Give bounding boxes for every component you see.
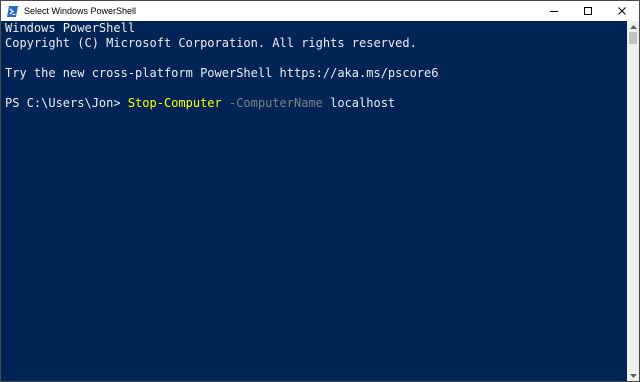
- powershell-icon: [7, 5, 18, 17]
- pscore-hint-line: Try the new cross-platform PowerShell ht…: [5, 66, 439, 80]
- prompt: PS C:\Users\Jon>: [5, 96, 128, 110]
- powershell-window: Select Windows PowerShell Windows PowerS…: [0, 0, 640, 382]
- command-name: Stop-Computer: [127, 96, 222, 110]
- minimize-icon: [550, 11, 558, 12]
- minimize-button[interactable]: [537, 1, 571, 21]
- vertical-scrollbar[interactable]: [627, 21, 639, 381]
- console-output[interactable]: Windows PowerShell Copyright (C) Microso…: [1, 21, 627, 381]
- banner-line: Windows PowerShell: [5, 21, 136, 35]
- maximize-button[interactable]: [571, 1, 605, 21]
- close-icon: [618, 7, 626, 15]
- command-line[interactable]: PS C:\Users\Jon> Stop-Computer -Computer…: [5, 96, 395, 111]
- command-argument: localhost: [322, 96, 396, 110]
- window-title: Select Windows PowerShell: [24, 6, 137, 16]
- command-parameter: -ComputerName: [221, 96, 323, 110]
- title-bar[interactable]: Select Windows PowerShell: [1, 1, 639, 21]
- scroll-down-button[interactable]: [627, 371, 639, 381]
- scroll-thumb[interactable]: [629, 32, 637, 44]
- close-button[interactable]: [605, 1, 639, 21]
- chevron-down-icon: [629, 373, 637, 378]
- scroll-up-button[interactable]: [627, 21, 639, 31]
- copyright-line: Copyright (C) Microsoft Corporation. All…: [5, 36, 417, 50]
- maximize-icon: [584, 7, 592, 15]
- chevron-up-icon: [629, 24, 637, 29]
